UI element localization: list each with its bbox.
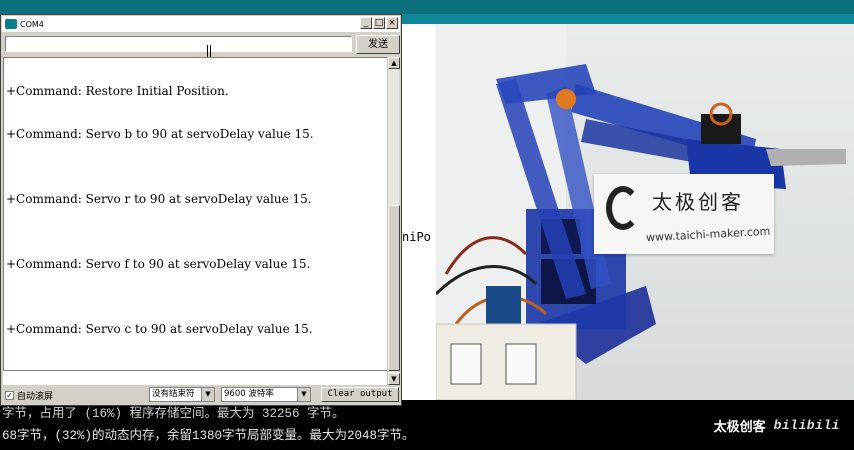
output-line: +Command: Servo r to 90 at servoDelay va… (6, 192, 312, 206)
brand-card-name: 太极创客 (652, 190, 744, 214)
window-title: COM4 (20, 19, 44, 29)
output-line: +Command: Servo c to 90 at servoDelay va… (6, 322, 313, 336)
maximize-button[interactable]: □ (373, 17, 385, 29)
close-button[interactable]: × (386, 17, 398, 29)
bilibili-logo: bilibili (773, 418, 840, 433)
output-line: +Command: Servo f to 90 at servoDelay va… (6, 257, 311, 271)
output-line: +Command: Servo b to 90 at servoDelay va… (6, 127, 314, 141)
ide-console: 字节，占用了 (16%) 程序存储空间。最大为 32256 字节。 68字节，(… (0, 400, 854, 450)
minimize-button[interactable]: _ (360, 17, 372, 29)
line-ending-value: 没有结束符 (152, 389, 195, 399)
send-button[interactable]: 发送 (356, 35, 400, 54)
autoscroll-toggle[interactable]: ✓ 自动滚屏 (5, 389, 53, 402)
autoscroll-checkbox[interactable]: ✓ (5, 391, 14, 400)
serial-input[interactable] (5, 36, 352, 52)
serial-output[interactable]: +Command: Restore Initial Position. +Com… (3, 57, 387, 371)
output-line: +Command: Restore Initial Position. (6, 84, 229, 98)
baud-rate-select[interactable]: 9600 波特率 ▼ (221, 387, 311, 402)
vertical-scrollbar[interactable]: ▲ ▼ (387, 57, 400, 385)
arduino-icon (5, 19, 17, 29)
brand-card-url: www.taichi-maker.com (645, 224, 771, 245)
ide-tab-strip (402, 14, 854, 24)
send-row: 发送 (4, 35, 400, 55)
watermark-text: 太极创客 (713, 420, 766, 435)
output-bottom-area (3, 371, 387, 385)
chevron-down-icon: ▼ (201, 388, 214, 401)
scroll-up-icon[interactable]: ▲ (388, 57, 400, 69)
serial-monitor-titlebar[interactable]: COM4 _ □ × (2, 16, 400, 32)
ide-editor-text: niPo (402, 230, 431, 244)
video-watermark: 太极创客 bilibili (714, 416, 840, 435)
console-line-2: 68字节，(32%)的动态内存，余留1380字节局部变量。最大为2048字节。 (2, 429, 415, 443)
robot-arm-photo: 太极创客 www.taichi-maker.com (436, 24, 854, 400)
line-ending-select[interactable]: 没有结束符 ▼ (149, 387, 215, 402)
serial-status-row: ✓ 自动滚屏 没有结束符 ▼ 9600 波特率 ▼ Clear output (3, 387, 399, 403)
taichi-logo-icon (606, 186, 640, 230)
serial-monitor-window: COM4 _ □ × 发送 +Command: Restore Initial … (0, 14, 402, 406)
scroll-down-icon[interactable]: ▼ (388, 373, 400, 385)
brand-card: 太极创客 www.taichi-maker.com (594, 174, 774, 254)
scroll-thumb[interactable] (388, 205, 400, 371)
autoscroll-label: 自动滚屏 (17, 392, 54, 402)
clear-output-button[interactable]: Clear output (321, 387, 399, 402)
chevron-down-icon: ▼ (297, 388, 310, 401)
text-cursor-icon (207, 45, 211, 57)
baud-rate-value: 9600 波特率 (224, 389, 274, 399)
window-controls: _ □ × (360, 17, 398, 29)
